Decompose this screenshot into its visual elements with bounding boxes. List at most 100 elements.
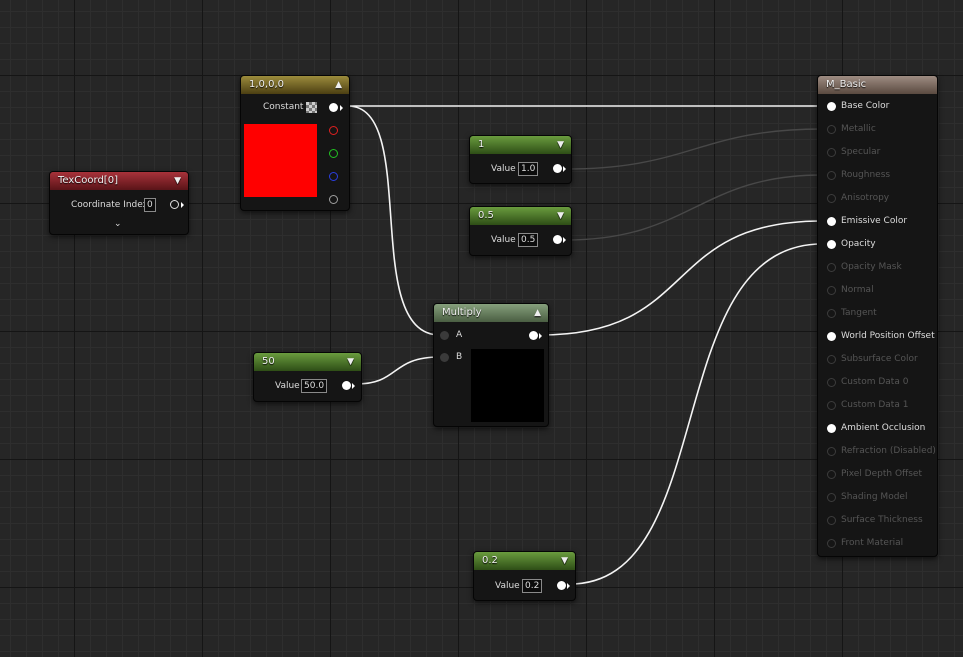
constant-label: Constant [263, 102, 304, 112]
constant-1-node-title: 1 [478, 139, 485, 150]
multiply-input-a-label: A [456, 330, 463, 340]
material-input-label: World Position Offset [841, 331, 935, 341]
constant-color-preview [244, 124, 317, 197]
material-input-pin[interactable] [827, 470, 836, 479]
material-input-pin[interactable] [827, 263, 836, 272]
constant-02-value-field[interactable]: 0.2 [522, 579, 543, 593]
constant-b-output-pin[interactable] [329, 172, 338, 181]
constant-vector-node[interactable]: 1,0,0,0 ▲ Constant [240, 75, 350, 211]
constant-1-node-header[interactable]: 1 ▼ [470, 136, 571, 154]
chevron-up-icon[interactable]: ▲ [335, 76, 342, 94]
chevron-down-icon[interactable]: ▼ [557, 136, 564, 154]
material-input-pin[interactable] [827, 447, 836, 456]
material-result-node-title: M_Basic [826, 79, 867, 90]
constant-50-node[interactable]: 50 ▼ Value 50.0 [253, 352, 362, 402]
material-input-pin[interactable] [827, 424, 836, 433]
material-input-pin[interactable] [827, 240, 836, 249]
material-input-pin[interactable] [827, 286, 836, 295]
material-input-label: Shading Model [841, 492, 908, 502]
texcoord-output-pin[interactable] [170, 200, 179, 209]
wire-multiply-to-emissive[interactable] [539, 220, 823, 336]
multiply-output-pin[interactable] [529, 331, 538, 340]
material-input-label: Front Material [841, 538, 904, 548]
multiply-input-b-pin[interactable] [440, 353, 449, 362]
constant-50-node-title: 50 [262, 356, 275, 367]
material-input-pin[interactable] [827, 355, 836, 364]
material-input-pin[interactable] [827, 516, 836, 525]
material-input-pin[interactable] [827, 194, 836, 203]
material-result-node[interactable]: M_Basic Base Color Metallic Specular Roughn… [817, 75, 938, 557]
material-input-pin[interactable] [827, 309, 836, 318]
constant-1-node[interactable]: 1 ▼ Value 1.0 [469, 135, 572, 184]
material-input-label: Opacity [841, 239, 876, 249]
constant-02-output-pin[interactable] [557, 581, 566, 590]
material-input-label: Custom Data 1 [841, 400, 909, 410]
constant-02-value-label: Value [495, 581, 520, 591]
material-input-pin[interactable] [827, 102, 836, 111]
material-input-label: Metallic [841, 124, 876, 134]
multiply-node-title: Multiply [442, 307, 482, 318]
material-input-pin[interactable] [827, 148, 836, 157]
chevron-down-icon[interactable]: ▼ [561, 552, 568, 570]
constant-50-output-arrow [352, 383, 355, 389]
chevron-down-icon[interactable]: ▼ [174, 172, 181, 190]
wire-02-to-opacity[interactable] [569, 243, 823, 585]
texcoord-node-header[interactable]: TexCoord[0] ▼ [50, 172, 188, 190]
constant-1-value-field[interactable]: 1.0 [518, 162, 539, 176]
material-result-node-header[interactable]: M_Basic [818, 76, 937, 94]
material-input-pin[interactable] [827, 171, 836, 180]
constant-02-node-title: 0.2 [482, 555, 498, 566]
chevron-down-icon[interactable]: ▼ [557, 207, 564, 225]
material-input-pin[interactable] [827, 217, 836, 226]
wire-05-to-roughness[interactable] [565, 174, 823, 241]
material-input-label: Anisotropy [841, 193, 890, 203]
constant-50-node-header[interactable]: 50 ▼ [254, 353, 361, 371]
material-input-pin[interactable] [827, 332, 836, 341]
material-input-label: Normal [841, 285, 874, 295]
chevron-down-icon[interactable]: ▼ [347, 353, 354, 371]
constant-50-value-label: Value [275, 381, 300, 391]
constant-50-output-pin[interactable] [342, 381, 351, 390]
constant-r-output-pin[interactable] [329, 126, 338, 135]
material-input-pin[interactable] [827, 539, 836, 548]
constant-vector-node-title: 1,0,0,0 [249, 79, 284, 90]
constant-05-node[interactable]: 0.5 ▼ Value 0.5 [469, 206, 572, 256]
wire-constant-to-multiply-a[interactable] [347, 105, 441, 336]
constant-1-output-pin[interactable] [553, 164, 562, 173]
material-input-pin[interactable] [827, 125, 836, 134]
material-input-label: Custom Data 0 [841, 377, 909, 387]
material-input-label: Subsurface Color [841, 354, 918, 364]
chevron-down-icon[interactable]: ⌄ [114, 219, 122, 229]
texcoord-node[interactable]: TexCoord[0] ▼ Coordinate Index 0 ⌄ [49, 171, 189, 235]
coordinate-index-field[interactable]: 0 [144, 198, 156, 212]
constant-05-value-label: Value [491, 235, 516, 245]
constant-vector-node-header[interactable]: 1,0,0,0 ▲ [241, 76, 349, 94]
wire-1-to-metallic[interactable] [565, 128, 823, 170]
constant-a-output-pin[interactable] [329, 195, 338, 204]
constant-50-value-field[interactable]: 50.0 [301, 379, 328, 393]
material-input-label: Specular [841, 147, 881, 157]
wire-50-to-multiply-b[interactable] [355, 356, 441, 385]
chevron-up-icon[interactable]: ▲ [534, 304, 541, 322]
constant-02-output-arrow [567, 583, 570, 589]
constant-1-output-arrow [563, 166, 566, 172]
coordinate-index-label: Coordinate Index [71, 200, 148, 210]
constant-05-output-pin[interactable] [553, 235, 562, 244]
multiply-output-arrow [539, 333, 542, 339]
material-input-pin[interactable] [827, 378, 836, 387]
material-input-label: Emissive Color [841, 216, 908, 226]
multiply-input-a-pin[interactable] [440, 331, 449, 340]
constant-02-node[interactable]: 0.2 ▼ Value 0.2 [473, 551, 576, 601]
constant-05-node-header[interactable]: 0.5 ▼ [470, 207, 571, 225]
constant-rgba-output-pin[interactable] [329, 103, 338, 112]
multiply-node-header[interactable]: Multiply ▲ [434, 304, 548, 322]
constant-g-output-pin[interactable] [329, 149, 338, 158]
material-input-pin[interactable] [827, 401, 836, 410]
constant-05-value-field[interactable]: 0.5 [518, 233, 539, 247]
checkerboard-icon [306, 102, 317, 113]
material-input-label: Opacity Mask [841, 262, 902, 272]
material-input-label: Tangent [841, 308, 877, 318]
multiply-node[interactable]: Multiply ▲ A B [433, 303, 549, 427]
material-input-pin[interactable] [827, 493, 836, 502]
constant-02-node-header[interactable]: 0.2 ▼ [474, 552, 575, 570]
